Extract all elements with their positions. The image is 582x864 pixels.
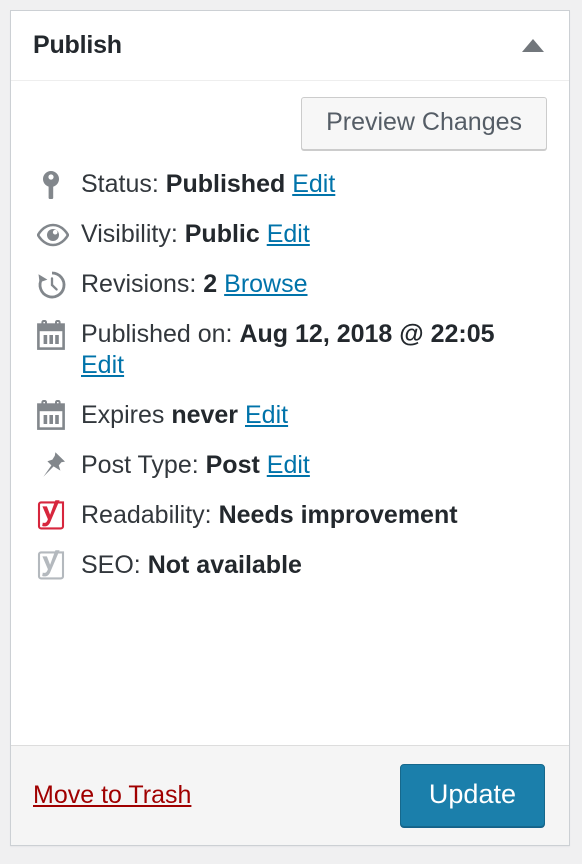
publish-status-row: Visibility: Public Edit <box>33 218 547 251</box>
publish-status-row: Readability: Needs improvement <box>33 499 547 532</box>
publish-status-text: Readability: Needs improvement <box>81 499 547 531</box>
publish-metabox-footer: Move to Trash Update <box>11 745 569 845</box>
publish-status-value: Aug 12, 2018 @ 22:05 <box>239 320 495 348</box>
publish-metabox-header: Publish <box>11 11 569 81</box>
publish-status-row: Expires never Edit <box>33 399 547 432</box>
publish-status-value: 2 <box>203 270 218 298</box>
update-button[interactable]: Update <box>399 764 545 827</box>
publish-status-label: Post Type: <box>81 450 199 479</box>
page-title: Publish <box>33 31 122 59</box>
toggle-panel-button[interactable] <box>513 26 553 66</box>
publish-metabox-body: Preview Changes Status: Published Edit Vi… <box>11 81 569 745</box>
publish-status-action-link[interactable]: Edit <box>245 401 288 429</box>
publish-status-action-link[interactable]: Browse <box>224 270 307 298</box>
publish-status-text: Expires never Edit <box>81 399 547 431</box>
publish-status-value: never <box>171 400 239 429</box>
backup-clock-icon <box>33 268 73 301</box>
publish-status-text: Revisions: 2 Browse <box>81 268 547 300</box>
preview-row: Preview Changes <box>33 97 547 150</box>
eye-icon <box>33 218 73 251</box>
publish-status-value: Needs improvement <box>218 500 458 529</box>
publish-status-value: Published <box>165 170 286 198</box>
publish-status-row: Status: Published Edit <box>33 168 547 201</box>
publish-status-label: Status: <box>81 170 159 198</box>
publish-status-label: Revisions: <box>81 270 197 298</box>
publish-metabox: Publish Preview Changes Status: Publishe… <box>10 10 570 846</box>
publish-status-text: Visibility: Public Edit <box>81 218 547 250</box>
preview-changes-button[interactable]: Preview Changes <box>301 97 547 150</box>
publish-status-row: SEO: Not available <box>33 549 547 582</box>
publish-status-label: Expires <box>81 400 165 429</box>
yoast-logo-grey-icon <box>33 549 73 582</box>
publish-status-action-link[interactable]: Edit <box>267 451 310 479</box>
publish-status-label: SEO: <box>81 550 141 579</box>
publish-status-action-link[interactable]: Edit <box>267 220 310 248</box>
triangle-up-icon <box>522 39 544 52</box>
publish-status-text: SEO: Not available <box>81 549 547 581</box>
publish-status-value: Not available <box>147 550 302 579</box>
publish-status-text: Published on: Aug 12, 2018 @ 22:05 Edit <box>81 318 547 382</box>
yoast-logo-red-icon <box>33 499 73 532</box>
pushpin-icon <box>33 449 73 482</box>
publish-status-text: Post Type: Post Edit <box>81 449 547 481</box>
publish-status-row: Post Type: Post Edit <box>33 449 547 482</box>
publish-status-label: Visibility: <box>81 220 178 248</box>
publish-status-action-link[interactable]: Edit <box>292 170 335 198</box>
publish-status-list: Status: Published Edit Visibility: Public… <box>33 168 547 582</box>
move-to-trash-link[interactable]: Move to Trash <box>33 781 191 810</box>
publish-status-label: Readability: <box>81 500 212 529</box>
publish-status-value: Public <box>184 220 260 248</box>
publish-status-row: Revisions: 2 Browse <box>33 268 547 301</box>
publish-status-value: Post <box>205 450 260 479</box>
publish-status-action-link[interactable]: Edit <box>81 351 124 379</box>
publish-status-text: Status: Published Edit <box>81 168 547 200</box>
calendar-icon <box>33 399 73 432</box>
post-status-pin-icon <box>33 168 73 201</box>
publish-status-row: Published on: Aug 12, 2018 @ 22:05 Edit <box>33 318 547 382</box>
calendar-icon <box>33 318 73 351</box>
publish-status-label: Published on: <box>81 320 233 348</box>
